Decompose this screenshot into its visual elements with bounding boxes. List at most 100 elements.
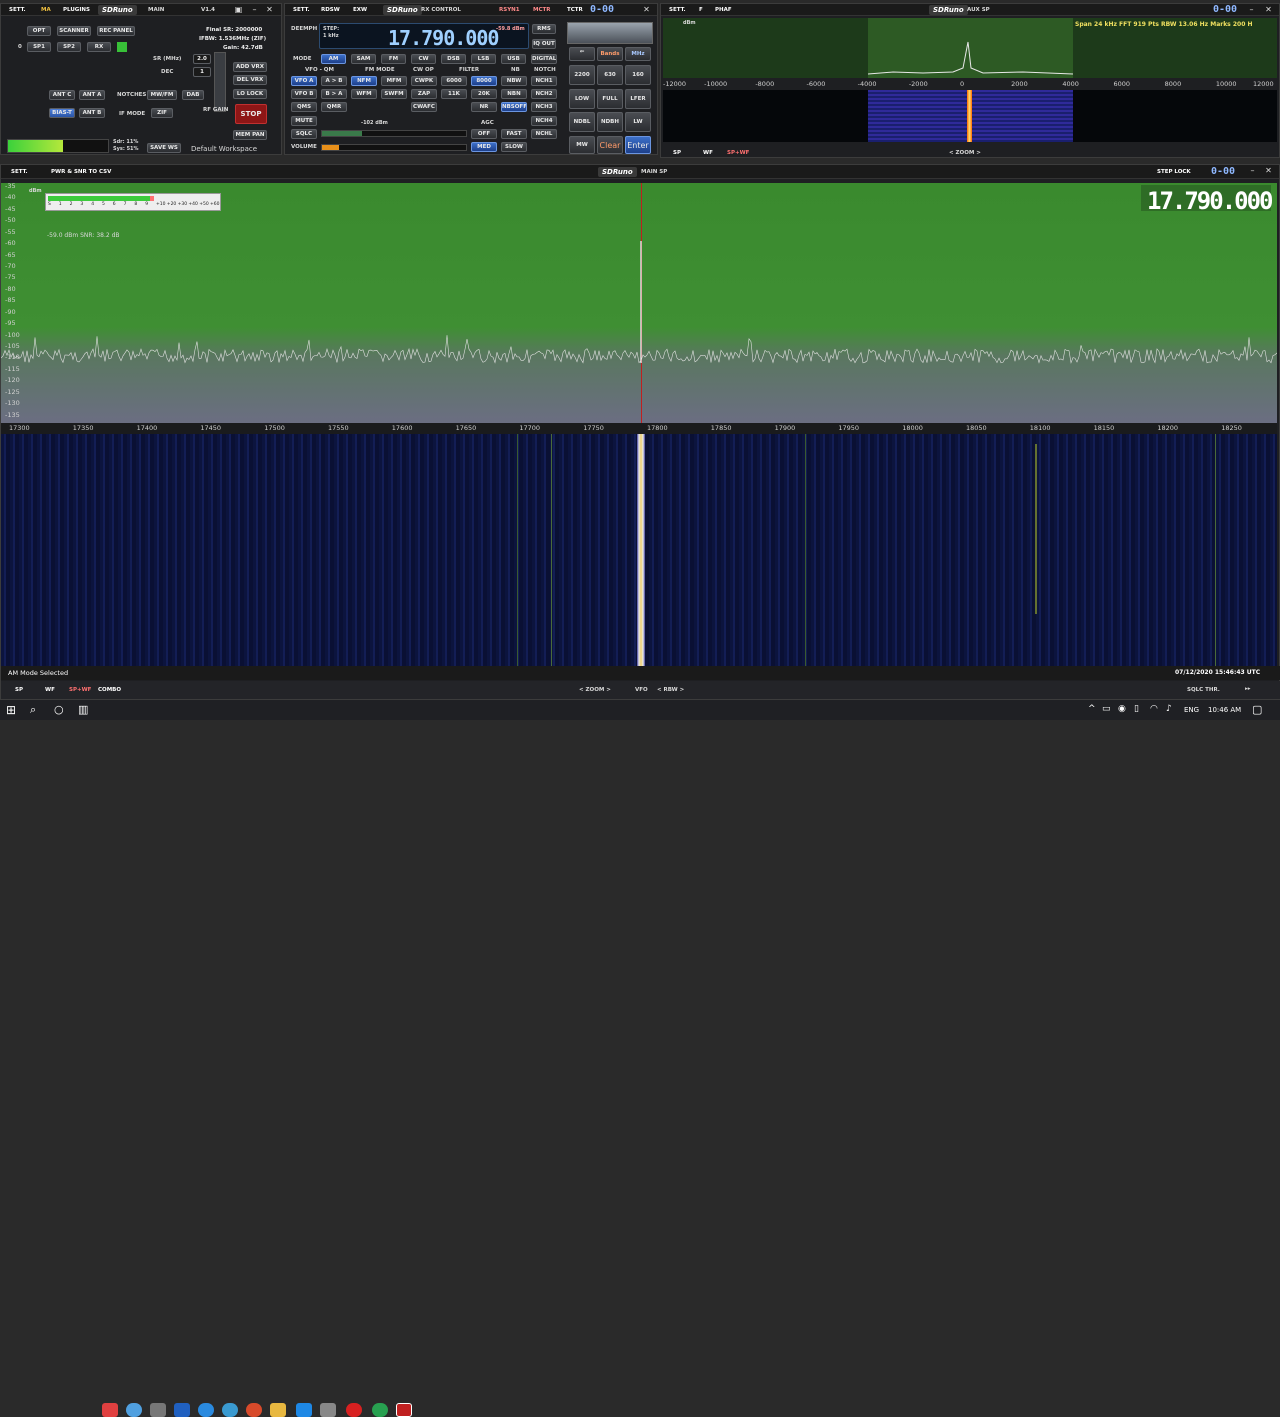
swfm-button[interactable]: SWFM — [381, 89, 407, 99]
main-spwf-tab[interactable]: SP+WF — [69, 687, 91, 693]
band-2200-button[interactable]: 2200 — [569, 65, 595, 85]
mode-usb-button[interactable]: USB — [501, 54, 526, 64]
qmr-button[interactable]: QMR — [321, 102, 347, 112]
rsyn1-tab[interactable]: RSYN1 — [499, 7, 520, 13]
sp1-button[interactable]: SP1 — [27, 42, 51, 52]
aux-waterfall[interactable] — [663, 90, 1277, 142]
main-sp-minimize-icon[interactable]: – — [1247, 166, 1258, 176]
main-minimize-icon[interactable]: – — [249, 5, 260, 15]
aux-spectrum[interactable]: dBm Span 24 kHz FFT 919 Pts RBW 13.06 Hz… — [663, 18, 1277, 78]
dec-select[interactable]: 1 — [193, 67, 211, 77]
nch4-button[interactable]: NCH4 — [531, 116, 557, 126]
rx-tab-exw[interactable]: EXW — [353, 7, 367, 13]
aux-zoom-label[interactable]: < ZOOM > — [949, 150, 981, 156]
nfm-button[interactable]: NFM — [351, 76, 377, 86]
zap-button[interactable]: ZAP — [411, 89, 437, 99]
mode-fm-button[interactable]: FM — [381, 54, 406, 64]
agc-slow-button[interactable]: SLOW — [501, 142, 527, 152]
main-pin-icon[interactable]: ▣ — [233, 5, 244, 15]
file-explorer-icon[interactable] — [270, 1403, 286, 1417]
search-icon[interactable]: ⌕ — [30, 703, 36, 717]
aux-tab-f[interactable]: F — [699, 7, 703, 13]
combo-tab[interactable]: COMBO — [98, 687, 121, 693]
mode-am-button[interactable]: AM — [321, 54, 346, 64]
ant-c-button[interactable]: ANT C — [49, 90, 75, 100]
pwr-snr-csv[interactable]: PWR & SNR TO CSV — [51, 169, 111, 175]
taskbar-clock[interactable]: 10:46 AM — [1208, 706, 1241, 714]
store-icon[interactable] — [320, 1403, 336, 1417]
mctr-tab[interactable]: MCTR — [533, 7, 551, 13]
rx-button[interactable]: RX — [87, 42, 111, 52]
main-tab-plugins[interactable]: PLUGINS — [63, 7, 90, 13]
band-low-button[interactable]: LOW — [569, 89, 595, 109]
aux-tab-phaf[interactable]: PHAF — [715, 7, 732, 13]
mode-digital-button[interactable]: DIGITAL — [531, 54, 557, 64]
mem-pan-button[interactable]: MEM PAN — [233, 130, 267, 140]
main-wf-tab[interactable]: WF — [45, 687, 55, 693]
frequency-display[interactable]: STEP: 1 kHz 17.790.000 -59.8 dBm — [319, 23, 529, 50]
pad-arrow-icon[interactable]: ⇐ — [569, 47, 595, 61]
squelch-slider[interactable] — [321, 130, 467, 137]
main-tab-ma[interactable]: MA — [41, 7, 51, 13]
rbw-right-icon[interactable]: > — [678, 687, 685, 693]
volume-slider[interactable] — [321, 144, 467, 151]
taskbar-app-1-icon[interactable] — [102, 1403, 118, 1417]
cortana-icon[interactable]: ○ — [54, 703, 64, 716]
bands-button[interactable]: Bands — [597, 47, 623, 61]
wfm-button[interactable]: WFM — [351, 89, 377, 99]
nchl-button[interactable]: NCHL — [531, 129, 557, 139]
tray-battery-icon[interactable]: ▯ — [1134, 704, 1139, 714]
stop-button[interactable]: STOP — [235, 104, 267, 124]
filter-20k-button[interactable]: 20K — [471, 89, 497, 99]
mode-sam-button[interactable]: SAM — [351, 54, 376, 64]
filter-6000-button[interactable]: 6000 — [441, 76, 467, 86]
main-close-icon[interactable]: ✕ — [264, 5, 275, 15]
clear-button[interactable]: Clear — [597, 136, 623, 154]
iq-out-button[interactable]: IQ OUT — [532, 39, 556, 49]
windows-start-icon[interactable]: ⊞ — [6, 703, 16, 717]
vfo-b-button[interactable]: VFO B — [291, 89, 317, 99]
tray-volume-icon[interactable]: ♪ — [1166, 704, 1172, 714]
del-vrx-button[interactable]: DEL VRX — [233, 75, 267, 85]
agc-med-button[interactable]: MED — [471, 142, 497, 152]
tray-wifi-icon[interactable]: ◠ — [1150, 704, 1158, 714]
b-to-a-button[interactable]: B > A — [321, 89, 347, 99]
notifications-icon[interactable]: ▢ — [1252, 703, 1262, 716]
rx-frequency[interactable]: 17.790.000 — [388, 26, 499, 50]
aux-sp-tab[interactable]: SP — [673, 150, 681, 156]
lo-lock-button[interactable]: LO LOCK — [233, 89, 267, 99]
cwafc-button[interactable]: CWAFC — [411, 102, 437, 112]
language-indicator[interactable]: ENG — [1184, 706, 1199, 714]
qms-button[interactable]: QMS — [291, 102, 317, 112]
nr-button[interactable]: NR — [471, 102, 497, 112]
rbw-control[interactable]: < RBW > — [657, 687, 684, 693]
aux-minimize-icon[interactable]: – — [1246, 5, 1257, 15]
mfm-button[interactable]: MFM — [381, 76, 407, 86]
a-to-b-button[interactable]: A > B — [321, 76, 347, 86]
rec-panel-button[interactable]: REC PANEL — [97, 26, 135, 36]
aux-wf-tab[interactable]: WF — [703, 150, 713, 156]
band-160-button[interactable]: 160 — [625, 65, 651, 85]
rms-button[interactable]: RMS — [532, 24, 556, 34]
agc-off-button[interactable]: OFF — [471, 129, 497, 139]
dab-button[interactable]: DAB — [182, 90, 204, 100]
zoom-right-icon[interactable]: > — [604, 687, 611, 693]
settings-gear-icon[interactable] — [150, 1403, 166, 1417]
green-app-icon[interactable] — [372, 1403, 388, 1417]
band-ndbl-button[interactable]: NDBL — [569, 112, 595, 132]
word-icon[interactable] — [174, 1403, 190, 1417]
sqlc-thr-label[interactable]: SQLC THR. — [1187, 687, 1220, 693]
rx-tab-rdsw[interactable]: RDSW — [321, 7, 340, 13]
filter-8000-button[interactable]: 8000 — [471, 76, 497, 86]
rx-close-icon[interactable]: ✕ — [641, 5, 652, 15]
scroll-right-icon[interactable]: ▸▸ — [1245, 686, 1251, 692]
nbn-button[interactable]: NBN — [501, 89, 527, 99]
sqlc-button[interactable]: SQLC — [291, 129, 317, 139]
tray-network-icon[interactable]: ▭ — [1102, 704, 1111, 714]
red-app-icon[interactable] — [346, 1403, 362, 1417]
filter-11k-button[interactable]: 11K — [441, 89, 467, 99]
tuning-dial[interactable] — [567, 22, 653, 44]
rf-gain-slider[interactable] — [214, 52, 226, 112]
add-vrx-button[interactable]: ADD VRX — [233, 62, 267, 72]
band-lw-button[interactable]: LW — [625, 112, 651, 132]
